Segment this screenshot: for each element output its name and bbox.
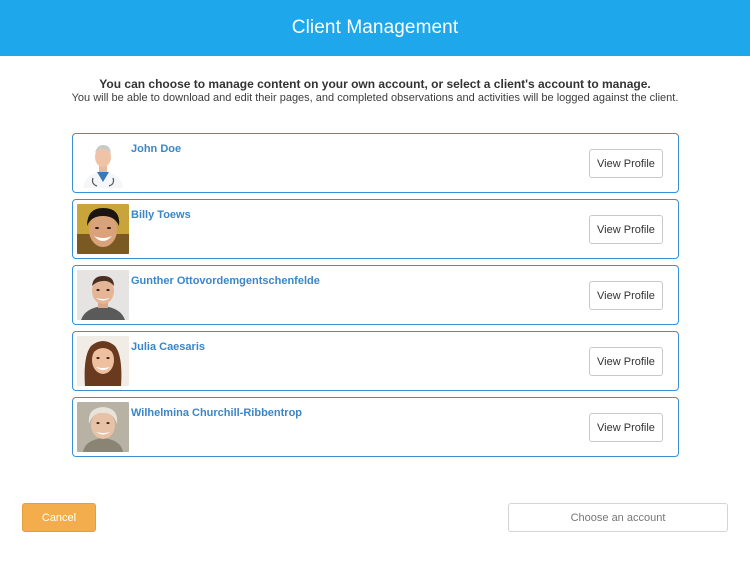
cancel-button[interactable]: Cancel (22, 503, 96, 532)
app-header: Client Management (0, 0, 750, 56)
view-profile-button[interactable]: View Profile (589, 347, 663, 376)
view-profile-button[interactable]: View Profile (589, 413, 663, 442)
doctor-avatar-icon (77, 138, 129, 188)
client-name: Billy Toews (131, 209, 191, 221)
client-card-julia-caesaris[interactable]: Julia Caesaris View Profile (72, 331, 679, 391)
man-avatar-icon (77, 270, 129, 320)
intro-primary: You can choose to manage content on your… (99, 77, 651, 91)
view-profile-button[interactable]: View Profile (589, 149, 663, 178)
page-title: Client Management (291, 17, 459, 38)
elderly-woman-avatar-icon (77, 402, 129, 452)
client-card-gunther-ottovordemgentschenfelde[interactable]: Gunther Ottovordemgentschenfelde View Pr… (72, 265, 679, 325)
client-card-john-doe[interactable]: John Doe View Profile (72, 133, 679, 193)
client-name: Gunther Ottovordemgentschenfelde (131, 275, 320, 287)
smiling-man-avatar-icon (77, 204, 129, 254)
client-list: John Doe View Profile Billy Toews View P… (72, 133, 679, 463)
client-name: Wilhelmina Churchill-Ribbentrop (131, 407, 303, 419)
client-card-wilhelmina-churchill-ribbentrop[interactable]: Wilhelmina Churchill-Ribbentrop View Pro… (72, 397, 679, 457)
view-profile-button[interactable]: View Profile (589, 281, 663, 310)
choose-account-button[interactable]: Choose an account (508, 503, 728, 532)
intro-text: You can choose to manage content on your… (0, 77, 750, 105)
client-card-billy-toews[interactable]: Billy Toews View Profile (72, 199, 679, 259)
intro-secondary: You will be able to download and edit th… (71, 92, 679, 104)
client-name: John Doe (131, 143, 182, 155)
view-profile-button[interactable]: View Profile (589, 215, 663, 244)
client-name: Julia Caesaris (131, 341, 205, 353)
woman-avatar-icon (77, 336, 129, 386)
